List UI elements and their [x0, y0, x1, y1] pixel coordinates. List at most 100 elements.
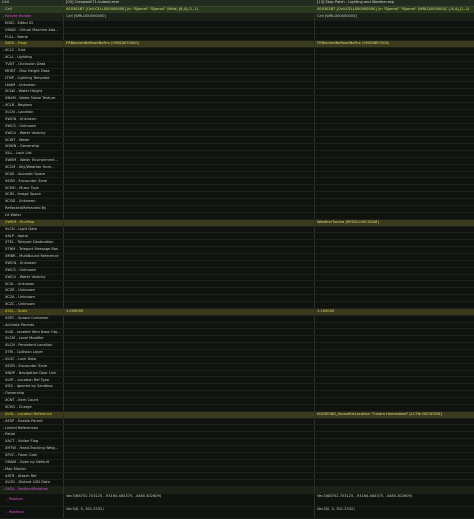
- patch-value-cell[interactable]: [314, 418, 474, 425]
- master-value-cell[interactable]: [63, 391, 314, 397]
- record-row[interactable]: XWCU - Water Velocity: [0, 130, 474, 138]
- master-value-cell[interactable]: [63, 466, 314, 473]
- record-row[interactable]: XIS2 - Ignored by Sandbox: [0, 384, 474, 392]
- master-value-cell[interactable]: [63, 363, 314, 370]
- patch-value-cell[interactable]: [314, 164, 474, 171]
- master-value-cell[interactable]: [63, 151, 314, 157]
- patch-value-cell[interactable]: [314, 343, 474, 349]
- patch-value-cell[interactable]: Vec3(68702.703125, -93164.484375, -4480.…: [314, 494, 474, 506]
- patch-value-cell[interactable]: [314, 240, 474, 247]
- master-value-cell[interactable]: [63, 185, 314, 192]
- patch-value-cell[interactable]: [314, 68, 474, 75]
- master-value-cell[interactable]: [63, 178, 314, 185]
- patch-value-cell[interactable]: [314, 466, 474, 473]
- record-row[interactable]: XEZN - Encounter Zone: [0, 178, 474, 186]
- record-row[interactable]: XWEM - Water Environment...: [0, 157, 474, 165]
- patch-value-cell[interactable]: [314, 336, 474, 343]
- master-value-cell[interactable]: [63, 199, 314, 205]
- patch-value-cell[interactable]: [314, 391, 474, 397]
- patch-value-cell[interactable]: [314, 109, 474, 116]
- patch-value-cell[interactable]: [314, 432, 474, 439]
- record-row[interactable]: EDID - Editor ID: [0, 20, 474, 28]
- record-row[interactable]: + XESP - Enable Parent: [0, 418, 474, 426]
- record-row[interactable]: XWCS - Unknown: [0, 123, 474, 131]
- master-value-cell[interactable]: Vec3(68702.703125, -93164.484375, -4480.…: [63, 494, 314, 506]
- patch-value-cell[interactable]: 0003E5BD_HouseExtLocation "Tundra Homest…: [314, 411, 474, 418]
- patch-value-cell[interactable]: [314, 123, 474, 130]
- master-value-cell[interactable]: [63, 247, 314, 253]
- record-row[interactable]: DATA - Flags FRBlockedNeRoadNoFire (0MSDA…: [0, 41, 474, 49]
- patch-value-cell[interactable]: [314, 226, 474, 233]
- master-value-cell[interactable]: [63, 109, 314, 116]
- record-row[interactable]: VMAD - Virtual Machine Ada...: [0, 27, 474, 35]
- patch-value-cell[interactable]: [314, 295, 474, 301]
- record-row[interactable]: XNAM - Water Noise Texture: [0, 96, 474, 104]
- record-row[interactable]: + Linked References: [0, 425, 474, 433]
- master-value-cell[interactable]: [63, 281, 314, 288]
- record-row[interactable]: Reflected/Refracted By: [0, 205, 474, 213]
- patch-value-cell[interactable]: [314, 89, 474, 96]
- record-row[interactable]: XLIB - Leveled Item Base Obj...: [0, 329, 474, 337]
- master-value-cell[interactable]: [63, 260, 314, 267]
- master-value-cell[interactable]: [63, 295, 314, 301]
- patch-value-cell[interactable]: [314, 103, 474, 109]
- master-value-cell[interactable]: [63, 61, 314, 68]
- record-row[interactable]: XCCM - Sky/Weather from...: [0, 164, 474, 172]
- master-value-cell[interactable]: [63, 157, 314, 164]
- record-row[interactable]: LTMP - Lighting Template: [0, 75, 474, 83]
- record-row[interactable]: XCGD - Unknown: [0, 199, 474, 206]
- patch-value-cell[interactable]: Cell [WRLD00000000]: [314, 13, 474, 20]
- record-row[interactable]: XCMO - Music Type: [0, 185, 474, 193]
- patch-value-cell[interactable]: [314, 439, 474, 445]
- record-row[interactable]: XSPC - Spawn Container: [0, 315, 474, 323]
- master-value-cell[interactable]: 000302B7 [Cell:CELLS00000000] (in "Bjorn…: [63, 7, 314, 13]
- record-row[interactable]: XACT - Action Flag: [0, 439, 474, 446]
- patch-value-cell[interactable]: [314, 48, 474, 55]
- record-row[interactable]: XCNT - Item Count: [0, 397, 474, 405]
- master-value-cell[interactable]: [63, 411, 314, 418]
- patch-value-cell[interactable]: [314, 260, 474, 267]
- master-value-cell[interactable]: [63, 480, 314, 487]
- record-row[interactable]: • Position Vec3(68702.703125, -93164.48437…: [0, 494, 474, 507]
- patch-value-cell[interactable]: [314, 96, 474, 103]
- master-value-cell[interactable]: 1.000000: [63, 308, 314, 315]
- patch-value-cell[interactable]: [314, 205, 474, 212]
- patch-value-cell[interactable]: [314, 130, 474, 137]
- patch-value-cell[interactable]: [314, 446, 474, 452]
- master-value-cell[interactable]: [63, 137, 314, 144]
- master-value-cell[interactable]: [63, 171, 314, 178]
- patch-value-cell[interactable]: [314, 253, 474, 260]
- master-value-cell[interactable]: [63, 315, 314, 322]
- patch-value-cell[interactable]: [314, 274, 474, 281]
- master-value-cell[interactable]: [63, 226, 314, 233]
- master-value-cell[interactable]: [63, 288, 314, 295]
- patch-value-cell[interactable]: [314, 247, 474, 253]
- patch-value-cell[interactable]: [314, 20, 474, 27]
- record-row[interactable]: + Map Marker: [0, 466, 474, 474]
- master-value-cell[interactable]: [63, 439, 314, 445]
- master-value-cell[interactable]: [63, 418, 314, 425]
- patch-value-cell[interactable]: [314, 34, 474, 41]
- master-value-cell[interactable]: [63, 446, 314, 452]
- record-row[interactable]: − DATA - Position/Rotation: [0, 487, 474, 495]
- master-value-cell[interactable]: [63, 432, 314, 439]
- master-value-cell[interactable]: [63, 473, 314, 480]
- patch-value-cell[interactable]: [314, 144, 474, 151]
- patch-value-cell[interactable]: [314, 384, 474, 391]
- record-row[interactable]: XLRL - Location Reference 0003E5BD_HouseE…: [0, 411, 474, 419]
- master-value-cell[interactable]: [63, 384, 314, 391]
- master-value-cell[interactable]: [63, 322, 314, 329]
- master-value-cell[interactable]: [63, 48, 314, 55]
- patch-value-cell[interactable]: [314, 329, 474, 336]
- patch-value-cell[interactable]: [314, 322, 474, 329]
- record-row[interactable]: XCZA - Unknown: [0, 295, 474, 302]
- record-row[interactable]: XILL - Lock List: [0, 151, 474, 158]
- patch-value-cell[interactable]: [314, 315, 474, 322]
- master-value-cell[interactable]: [63, 96, 314, 103]
- record-row[interactable]: XCLW - Water Height: [0, 89, 474, 97]
- patch-value-cell[interactable]: [314, 116, 474, 123]
- patch-value-cell[interactable]: [314, 151, 474, 157]
- patch-value-cell[interactable]: [314, 157, 474, 164]
- patch-value-cell[interactable]: [314, 137, 474, 144]
- patch-value-cell[interactable]: [314, 281, 474, 288]
